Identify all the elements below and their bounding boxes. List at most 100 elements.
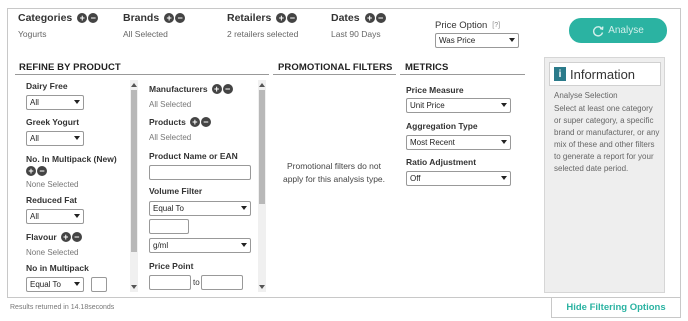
reduced-fat-select[interactable]: All [26,209,84,224]
chevron-down-icon [501,140,507,144]
products-value: All Selected [149,133,192,142]
scroll-up-icon[interactable] [259,83,265,87]
price-from-input[interactable] [149,275,191,290]
hide-filtering-options-link[interactable]: Hide Filtering Options [551,298,681,318]
categories-value: Yogurts [18,29,47,39]
remove-manufacturers-icon[interactable]: − [222,84,233,94]
promo-divider [273,74,396,75]
chevron-down-icon [501,176,507,180]
add-flavour-icon[interactable]: + [60,232,71,242]
dairy-free-selected: All [30,98,39,107]
brands-title: Brands [123,12,160,24]
ratio-adjustment-select[interactable]: Off [406,171,511,186]
refine-column-1: Dairy Free All Greek Yogurt All No. In M… [20,77,140,293]
price-to-label: to [193,278,200,287]
dates-value: Last 90 Days [331,29,381,39]
chevron-down-icon [241,243,247,247]
no-in-multipack-select[interactable]: Equal To [26,277,84,292]
metrics-divider [400,74,525,75]
categories-title: Categories [18,12,73,24]
dairy-free-select[interactable]: All [26,95,84,110]
volume-unit-select[interactable]: g/ml [149,238,251,253]
metrics-title: METRICS [405,62,449,73]
dates-title: Dates [331,12,360,24]
promo-title: PROMOTIONAL FILTERS [278,62,393,73]
remove-brands-icon[interactable]: − [175,13,186,23]
scroll-up-icon[interactable] [131,83,137,87]
ratio-adjustment-selected: Off [410,174,421,183]
price-option-select[interactable]: Was Price [435,33,519,48]
price-option-selected: Was Price [439,36,476,45]
column-1-scrollbar[interactable] [130,80,138,292]
price-option-title: Price Option [435,20,488,31]
results-timing: Results returned in 14.18seconds [10,304,115,311]
column-2-scrollbar[interactable] [258,80,266,292]
flavour-title: Flavour [26,232,57,242]
remove-multipack-icon[interactable]: − [37,166,47,176]
greek-yogurt-selected: All [30,134,39,143]
refresh-icon [593,25,604,36]
remove-dates-icon[interactable]: − [375,13,386,23]
aggregation-type-select[interactable]: Most Recent [406,135,511,150]
remove-retailers-icon[interactable]: − [287,13,298,23]
no-in-multipack-selected: Equal To [30,280,61,289]
information-panel: i Information Analyse Selection Select a… [544,57,665,293]
information-title: Information [570,66,636,82]
no-in-multipack-input[interactable] [91,277,107,292]
reduced-fat-label: Reduced Fat [26,195,78,205]
manufacturers-value: All Selected [149,100,192,109]
add-retailers-icon[interactable]: + [276,13,287,23]
manufacturers-title: Manufacturers [149,84,208,94]
product-name-label: Product Name or EAN [149,151,238,161]
analyse-button[interactable]: Analyse [569,18,667,43]
add-categories-icon[interactable]: + [77,13,88,23]
info-icon: i [554,67,566,81]
add-dates-icon[interactable]: + [364,13,375,23]
price-measure-select[interactable]: Unit Price [406,98,511,113]
flavour-value: None Selected [26,248,79,257]
retailers-title: Retailers [227,12,272,24]
information-text: Select at least one category or super ca… [554,104,660,173]
no-in-multipack-label: No in Multipack [26,263,89,273]
price-measure-label: Price Measure [406,85,464,95]
remove-flavour-icon[interactable]: − [71,232,82,242]
product-name-input[interactable] [149,165,251,180]
aggregation-type-label: Aggregation Type [406,121,478,131]
remove-products-icon[interactable]: − [200,117,211,127]
chevron-down-icon [74,282,80,286]
chevron-down-icon [74,136,80,140]
multipack-new-controls: + − [26,166,47,176]
add-brands-icon[interactable]: + [164,13,175,23]
brands-filter: Brands + − All Selected [123,12,186,39]
products-title: Products [149,117,186,127]
add-manufacturers-icon[interactable]: + [211,84,222,94]
add-products-icon[interactable]: + [189,117,200,127]
brands-value: All Selected [123,29,168,39]
column-2-scroll-thumb[interactable] [259,90,265,204]
volume-filter-label: Volume Filter [149,186,203,196]
price-option: Price Option [?] [435,20,500,31]
add-multipack-icon[interactable]: + [26,166,36,176]
scroll-down-icon[interactable] [131,285,137,289]
volume-filter-select[interactable]: Equal To [149,201,251,216]
analyse-label: Analyse [608,25,644,36]
reduced-fat-selected: All [30,212,39,221]
refine-divider [15,74,269,75]
volume-value-input[interactable] [149,219,189,234]
chevron-down-icon [501,103,507,107]
information-subtitle: Analyse Selection [554,91,618,100]
remove-categories-icon[interactable]: − [88,13,99,23]
scroll-down-icon[interactable] [259,285,265,289]
greek-yogurt-select[interactable]: All [26,131,84,146]
products-label: Products + − [149,117,211,127]
manufacturers-label: Manufacturers + − [149,84,233,94]
price-to-input[interactable] [201,275,243,290]
price-option-help[interactable]: [?] [492,22,500,29]
multipack-new-value: None Selected [26,180,79,189]
refine-title: REFINE BY PRODUCT [19,62,121,73]
retailers-filter: Retailers + − 2 retailers selected [227,12,298,39]
retailers-value: 2 retailers selected [227,29,299,39]
column-1-scroll-thumb[interactable] [131,90,137,252]
price-measure-selected: Unit Price [410,101,445,110]
volume-unit-selected: g/ml [153,241,169,250]
